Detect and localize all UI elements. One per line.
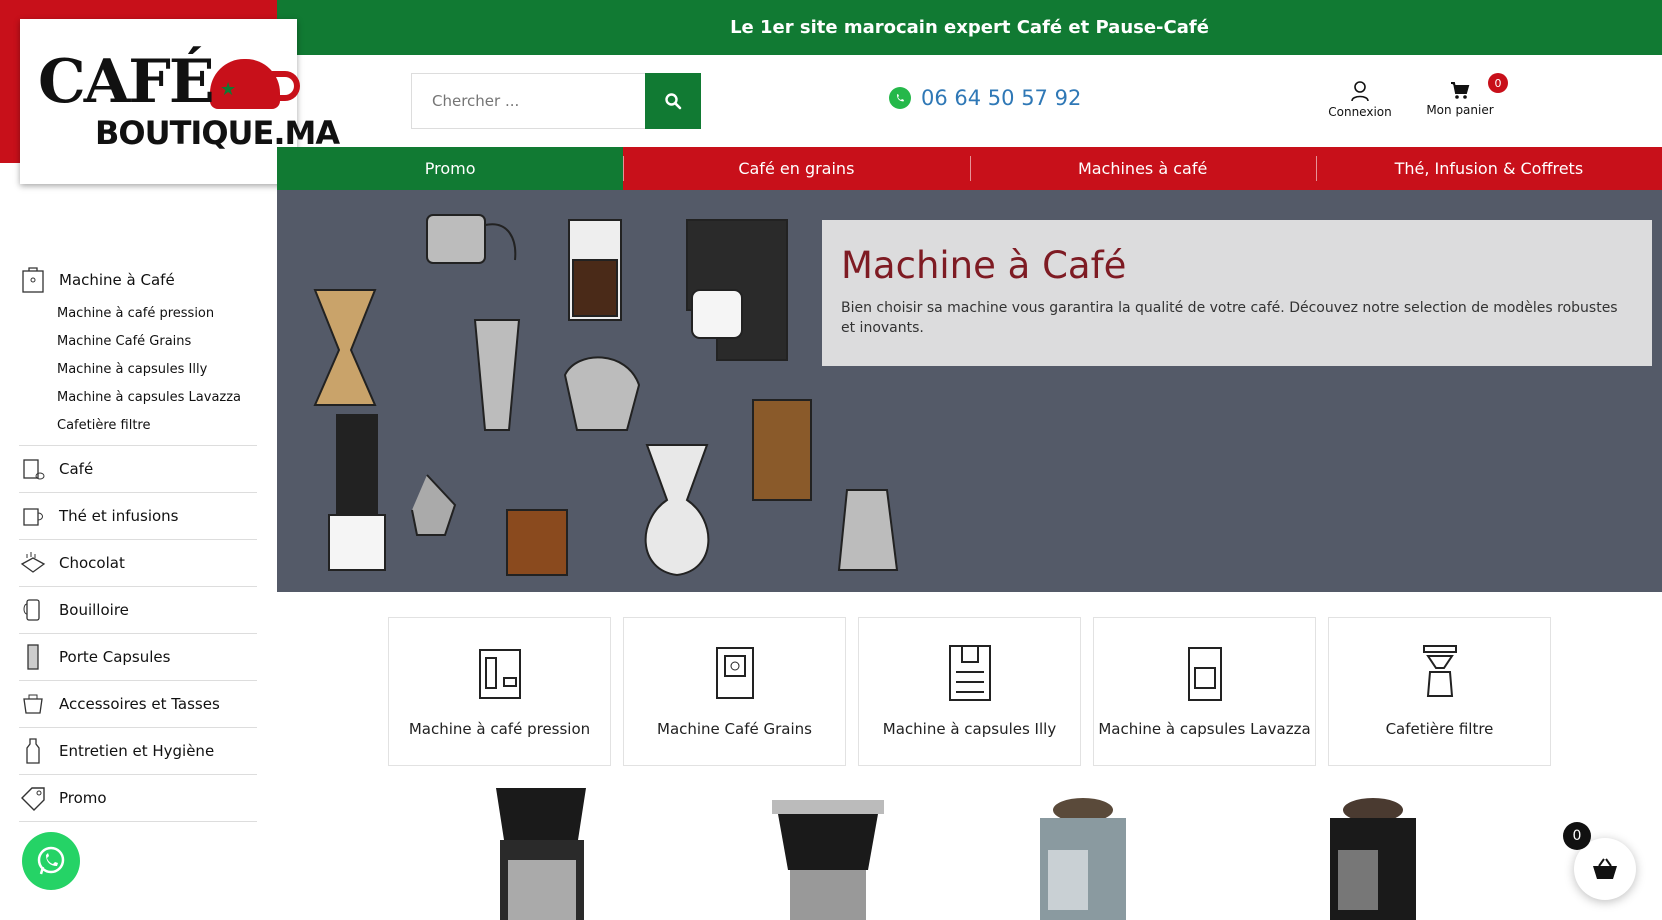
sidebar-item-label: Bouilloire <box>59 601 129 619</box>
cart-count-badge: 0 <box>1488 73 1508 93</box>
sidebar-item-label: Café <box>59 460 94 478</box>
hero-title: Machine à Café <box>841 244 1127 287</box>
sidebar-sub-item[interactable]: Machine Café Grains <box>57 328 257 356</box>
main-nav: Promo Café en grains Machines à café Thé… <box>277 147 1662 190</box>
subcategory-label: Machine à café pression <box>408 720 591 738</box>
kettle-icon <box>19 596 47 624</box>
sidebar-sub-item[interactable]: Cafetière filtre <box>57 412 257 440</box>
sidebar-item-label: Porte Capsules <box>59 648 171 666</box>
sidebar-item-the[interactable]: Thé et infusions <box>19 493 257 540</box>
product-image[interactable] <box>1028 780 1138 920</box>
cart-link[interactable]: Mon panier <box>1423 80 1497 117</box>
sidebar-item-porte-capsules[interactable]: Porte Capsules <box>19 634 257 681</box>
whatsapp-icon <box>37 846 65 875</box>
subcategory-card-grains[interactable]: Machine Café Grains <box>623 617 846 766</box>
sidebar-sub-item[interactable]: Machine à café pression <box>57 300 257 328</box>
floating-cart-count: 0 <box>1563 822 1591 850</box>
logo-text-line1: CAFÉ <box>38 47 215 117</box>
search-button[interactable] <box>645 73 701 129</box>
sidebar-item-label: Chocolat <box>59 554 125 572</box>
subcategory-card-pression[interactable]: Machine à café pression <box>388 617 611 766</box>
search-icon <box>665 93 682 110</box>
accessories-icon <box>19 690 47 718</box>
whatsapp-chat-button[interactable] <box>22 832 80 890</box>
cart-label: Mon panier <box>1426 103 1494 117</box>
chocolate-icon <box>19 549 47 577</box>
subcategory-label: Machine Café Grains <box>657 720 812 738</box>
cart-icon <box>1451 82 1470 99</box>
subcategory-label: Machine à capsules Lavazza <box>1098 720 1311 738</box>
subcategory-card-lavazza[interactable]: Machine à capsules Lavazza <box>1093 617 1316 766</box>
top-banner-tagline: Le 1er site marocain expert Café et Paus… <box>730 17 1209 38</box>
sidebar-item-label: Accessoires et Tasses <box>59 695 220 713</box>
nav-item-cafe-en-grains[interactable]: Café en grains <box>623 147 970 190</box>
sidebar-sub-list: Machine à café pression Machine Café Gra… <box>19 300 257 446</box>
subcategory-label: Machine à capsules Illy <box>882 720 1057 738</box>
sidebar-item-label: Machine à Café <box>59 270 175 289</box>
sidebar-item-accessoires[interactable]: Accessoires et Tasses <box>19 681 257 728</box>
capsule-holder-icon <box>19 643 47 671</box>
sidebar-item-label: Promo <box>59 789 107 807</box>
whatsapp-icon <box>889 87 911 109</box>
hero-text-box: Machine à Café Bien choisir sa machine v… <box>822 220 1652 366</box>
sidebar-item-promo[interactable]: Promo <box>19 775 257 822</box>
filter-coffee-icon <box>1422 645 1457 697</box>
sidebar-item-bouilloire[interactable]: Bouilloire <box>19 587 257 634</box>
search-input[interactable] <box>412 74 645 128</box>
bean-machine-icon <box>715 647 754 699</box>
subcategory-card-illy[interactable]: Machine à capsules Illy <box>858 617 1081 766</box>
subcategory-label: Cafetière filtre <box>1385 720 1494 738</box>
tea-cup-icon <box>19 502 47 530</box>
cup-handle-graphic <box>270 71 300 101</box>
sidebar-item-cafe[interactable]: Café <box>19 446 257 493</box>
sidebar-item-machine-a-cafe[interactable]: Machine à Café <box>19 259 257 300</box>
phone-number[interactable]: 06 64 50 57 92 <box>921 86 1081 110</box>
sidebar-item-label: Thé et infusions <box>59 507 179 525</box>
espresso-machine-icon <box>478 649 521 699</box>
sidebar-item-chocolat[interactable]: Chocolat <box>19 540 257 587</box>
coffee-machine-icon <box>19 266 47 294</box>
nav-item-the-infusion[interactable]: Thé, Infusion & Coffrets <box>1315 147 1662 190</box>
subcategory-card-filtre[interactable]: Cafetière filtre <box>1328 617 1551 766</box>
coffee-bag-icon <box>19 455 47 483</box>
category-sidebar: Machine à Café Machine à café pression M… <box>19 259 257 822</box>
subcategory-grid: Machine à café pression Machine Café Gra… <box>388 617 1551 766</box>
product-image[interactable] <box>768 780 888 920</box>
search-form <box>411 73 701 129</box>
basket-icon <box>1593 858 1617 879</box>
login-link[interactable]: Connexion <box>1320 80 1400 119</box>
user-icon <box>1351 81 1369 102</box>
nav-item-promo[interactable]: Promo <box>277 147 624 190</box>
capsule-machine-icon <box>948 645 991 701</box>
lavazza-machine-icon <box>1187 647 1222 701</box>
hero-banner: Machine à Café Bien choisir sa machine v… <box>277 190 1662 592</box>
sidebar-sub-item[interactable]: Machine à capsules Illy <box>57 356 257 384</box>
sidebar-item-label: Entretien et Hygiène <box>59 742 215 760</box>
product-image[interactable] <box>478 780 608 920</box>
product-image[interactable] <box>1318 780 1428 920</box>
hero-description: Bien choisir sa machine vous garantira l… <box>841 300 1618 336</box>
sidebar-item-entretien[interactable]: Entretien et Hygiène <box>19 728 257 775</box>
site-logo[interactable]: ★ CAFÉ BOUTIQUE.MA <box>20 19 340 184</box>
product-strip <box>388 780 1568 920</box>
phone-contact[interactable]: 06 64 50 57 92 <box>889 86 1081 110</box>
nav-item-machines[interactable]: Machines à café <box>969 147 1316 190</box>
sidebar-sub-item[interactable]: Machine à capsules Lavazza <box>57 384 257 412</box>
login-label: Connexion <box>1328 105 1392 119</box>
promo-tag-icon <box>19 784 47 812</box>
cleaning-bottle-icon <box>19 737 47 765</box>
star-icon: ★ <box>220 79 237 100</box>
